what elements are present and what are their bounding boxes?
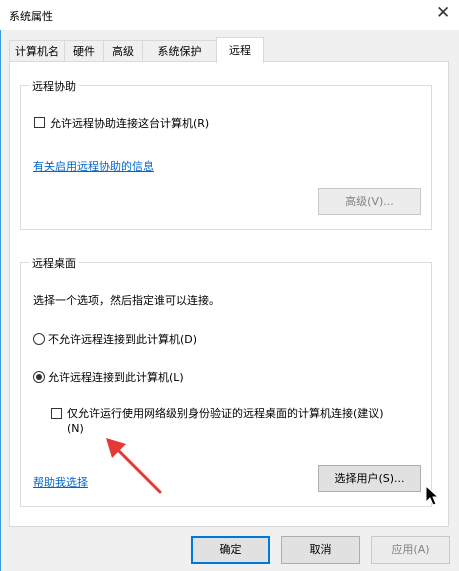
remote-assistance-legend: 远程协助	[29, 78, 79, 94]
remote-desktop-legend: 远程桌面	[29, 255, 79, 271]
mouse-cursor-icon	[425, 485, 440, 506]
remote-assistance-info-link[interactable]: 有关启用远程协助的信息	[33, 158, 154, 174]
advanced-button[interactable]: 高级(V)...	[318, 188, 421, 215]
tab-advanced[interactable]: 高级	[103, 40, 143, 61]
remote-assistance-group: 远程协助 允许远程协助连接这台计算机(R) 有关启用远程协助的信息 高级(V).…	[20, 78, 432, 230]
ok-button[interactable]: 确定	[191, 536, 270, 564]
allow-remote-assistance-label[interactable]: 允许远程协助连接这台计算机(R)	[50, 115, 209, 131]
nla-only-label-line1[interactable]: 仅允许运行使用网络级别身份验证的远程桌面的计算机连接(建议)	[67, 405, 384, 421]
tab-system-protection[interactable]: 系统保护	[142, 40, 217, 61]
nla-only-checkbox[interactable]	[51, 408, 62, 419]
allow-remote-assistance-checkbox[interactable]	[34, 117, 45, 128]
apply-button[interactable]: 应用(A)	[371, 536, 450, 564]
tab-hardware[interactable]: 硬件	[64, 40, 104, 61]
annotation-arrow-icon	[106, 438, 162, 494]
radio-selected-dot	[36, 374, 42, 380]
tab-computer-name[interactable]: 计算机名	[9, 40, 65, 61]
tab-remote[interactable]: 远程	[216, 37, 264, 63]
remote-desktop-description: 选择一个选项，然后指定谁可以连接。	[33, 294, 220, 307]
remote-desktop-group: 远程桌面 选择一个选项，然后指定谁可以连接。 不允许远程连接到此计算机(D) 允…	[20, 255, 432, 507]
title-bar: 系统属性 ✕	[0, 0, 459, 30]
help-me-choose-link[interactable]: 帮助我选择	[33, 474, 88, 490]
remote-tab-panel: 远程协助 允许远程协助连接这台计算机(R) 有关启用远程协助的信息 高级(V).…	[9, 61, 449, 527]
allow-remote-label[interactable]: 允许远程连接到此计算机(L)	[48, 369, 184, 385]
nla-only-label-line2[interactable]: (N)	[67, 422, 84, 435]
window-title: 系统属性	[9, 10, 53, 23]
deny-remote-label[interactable]: 不允许远程连接到此计算机(D)	[48, 331, 197, 347]
close-icon[interactable]: ✕	[436, 3, 450, 23]
deny-remote-radio[interactable]	[33, 333, 45, 345]
allow-remote-radio[interactable]	[33, 371, 45, 383]
select-users-button[interactable]: 选择用户(S)...	[318, 465, 421, 492]
cancel-button[interactable]: 取消	[281, 536, 360, 564]
